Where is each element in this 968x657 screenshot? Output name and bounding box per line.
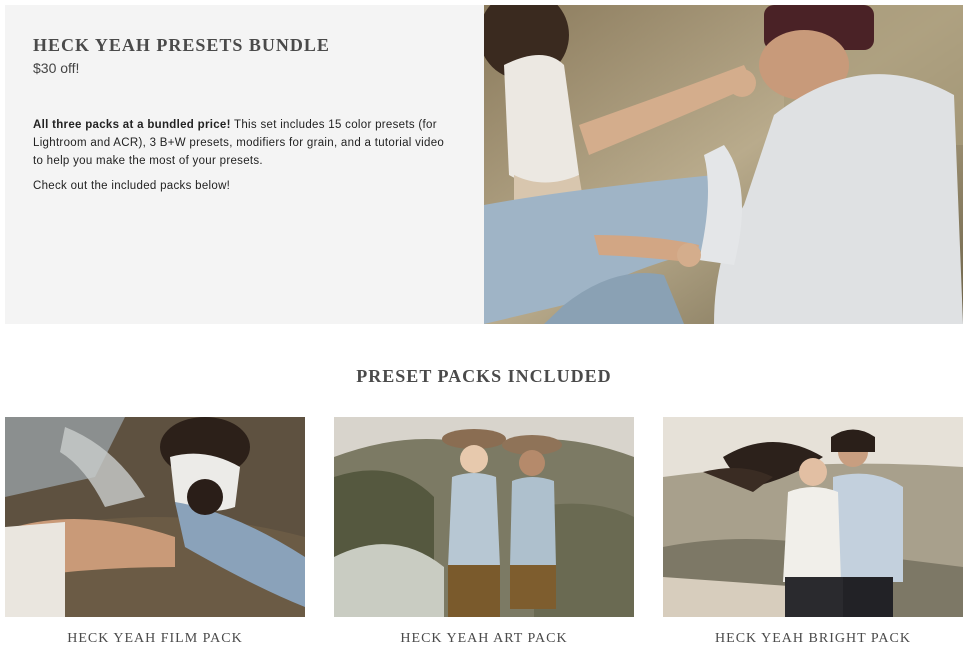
- art-pack-label[interactable]: HECK YEAH ART PACK: [334, 631, 634, 647]
- art-pack-photo[interactable]: [334, 417, 634, 617]
- bundle-discount: $30 off!: [33, 60, 80, 76]
- pack-card-film[interactable]: HECK YEAH FILM PACK: [5, 417, 305, 647]
- film-pack-photo[interactable]: [5, 417, 305, 617]
- bundle-description-bold: All three packs at a bundled price!: [33, 119, 231, 131]
- bright-pack-photo[interactable]: [663, 417, 963, 617]
- bundle-cta-text: Check out the included packs below!: [33, 180, 231, 192]
- film-pack-label[interactable]: HECK YEAH FILM PACK: [5, 631, 305, 647]
- pack-card-art[interactable]: HECK YEAH ART PACK: [334, 417, 634, 647]
- bright-pack-label[interactable]: HECK YEAH BRIGHT PACK: [663, 631, 963, 647]
- pack-card-bright[interactable]: HECK YEAH BRIGHT PACK: [663, 417, 963, 647]
- section-heading: PRESET PACKS INCLUDED: [356, 366, 612, 386]
- bundle-title: HECK YEAH PRESETS BUNDLE: [33, 35, 330, 55]
- bundle-hero-photo: [484, 5, 963, 324]
- bundle-description: All three packs at a bundled price! This…: [33, 116, 456, 170]
- bundle-info-panel: HECK YEAH PRESETS BUNDLE $30 off! All th…: [5, 5, 484, 324]
- bundle-hero: HECK YEAH PRESETS BUNDLE $30 off! All th…: [5, 5, 963, 324]
